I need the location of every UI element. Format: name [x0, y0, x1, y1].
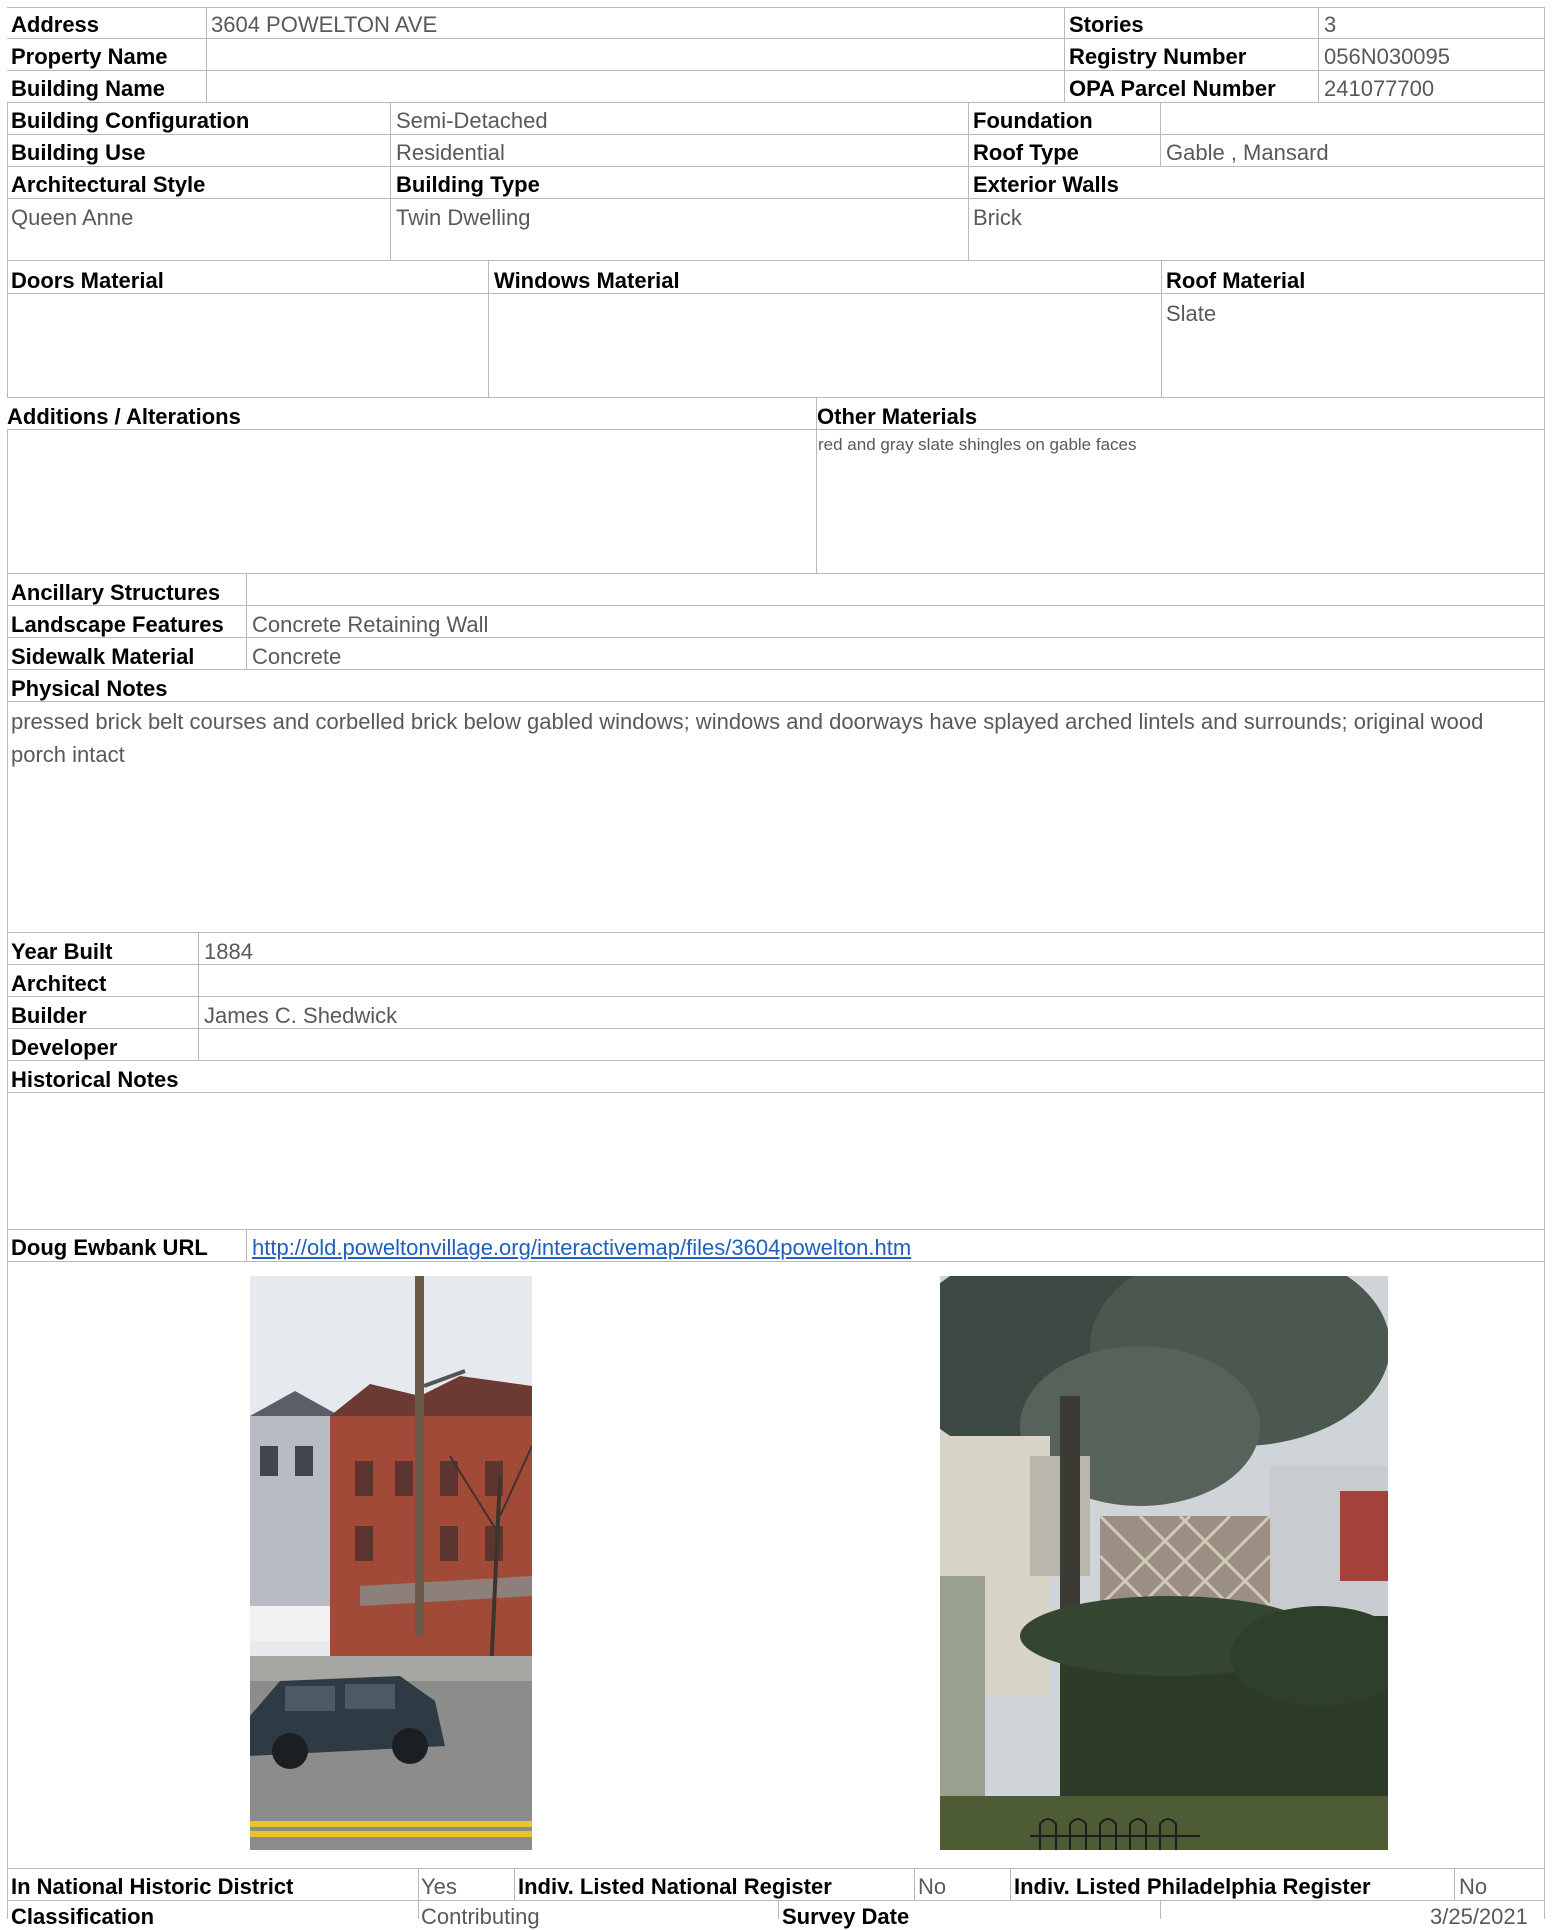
doug-ewbank-url-link[interactable]: http://old.poweltonvillage.org/interacti… — [252, 1235, 911, 1261]
national-register-value: No — [918, 1874, 947, 1899]
builder-value: James C. Shedwick — [204, 1003, 398, 1028]
property-survey-form: Address 3604 POWELTON AVE Stories 3 Prop… — [0, 0, 1553, 1929]
doors-material-label: Doors Material — [11, 268, 164, 293]
opa-parcel-value: 241077700 — [1324, 76, 1435, 101]
stories-label: Stories — [1069, 12, 1144, 37]
building-configuration-value: Semi-Detached — [396, 108, 548, 133]
property-name-label: Property Name — [11, 44, 168, 69]
roof-material-value: Slate — [1166, 301, 1217, 326]
windows-material-label: Windows Material — [494, 268, 680, 293]
architectural-style-label: Architectural Style — [11, 172, 206, 197]
builder-label: Builder — [11, 1003, 87, 1028]
national-register-label: Indiv. Listed National Register — [518, 1874, 832, 1899]
year-built-value: 1884 — [204, 939, 253, 964]
national-historic-district-value: Yes — [421, 1874, 457, 1899]
sidewalk-material-value: Concrete — [252, 644, 342, 669]
other-materials-value: red and gray slate shingles on gable fac… — [818, 435, 1137, 454]
developer-label: Developer — [11, 1035, 118, 1060]
ancillary-structures-label: Ancillary Structures — [11, 580, 221, 605]
classification-value: Contributing — [421, 1904, 540, 1929]
historical-notes-label: Historical Notes — [11, 1067, 179, 1092]
roof-material-label: Roof Material — [1166, 268, 1306, 293]
building-use-label: Building Use — [11, 140, 146, 165]
roof-type-value: Gable , Mansard — [1166, 140, 1329, 165]
physical-notes-text: pressed brick belt courses and corbelled… — [11, 709, 1484, 767]
opa-parcel-label: OPA Parcel Number — [1069, 76, 1276, 101]
survey-date-value: 3/25/2021 — [1430, 1904, 1528, 1929]
classification-label: Classification — [11, 1904, 155, 1929]
building-type-value: Twin Dwelling — [396, 205, 531, 230]
roof-type-label: Roof Type — [973, 140, 1079, 165]
building-type-label: Building Type — [396, 172, 540, 197]
architectural-style-value: Queen Anne — [11, 205, 134, 230]
doug-ewbank-url-label: Doug Ewbank URL — [11, 1235, 208, 1260]
address-label: Address — [11, 12, 100, 37]
year-built-label: Year Built — [11, 939, 113, 964]
sidewalk-material-label: Sidewalk Material — [11, 644, 195, 669]
registry-number-label: Registry Number — [1069, 44, 1247, 69]
other-materials-label: Other Materials — [817, 404, 978, 429]
physical-notes-label: Physical Notes — [11, 676, 168, 701]
building-name-label: Building Name — [11, 76, 166, 101]
additions-alterations-label: Additions / Alterations — [7, 404, 241, 429]
stories-value: 3 — [1324, 12, 1337, 37]
building-configuration-label: Building Configuration — [11, 108, 250, 133]
address-value: 3604 POWELTON AVE — [211, 12, 438, 37]
landscape-features-value: Concrete Retaining Wall — [252, 612, 489, 637]
philadelphia-register-value: No — [1459, 1874, 1488, 1899]
national-historic-district-label: In National Historic District — [11, 1874, 294, 1899]
philadelphia-register-label: Indiv. Listed Philadelphia Register — [1014, 1874, 1371, 1899]
rear-view-photo — [940, 1276, 1388, 1850]
architect-label: Architect — [11, 971, 107, 996]
foundation-label: Foundation — [973, 108, 1093, 133]
exterior-walls-label: Exterior Walls — [973, 172, 1119, 197]
building-use-value: Residential — [396, 140, 505, 165]
exterior-walls-value: Brick — [973, 205, 1022, 230]
street-view-photo — [250, 1276, 532, 1850]
survey-date-label: Survey Date — [782, 1904, 910, 1929]
landscape-features-label: Landscape Features — [11, 612, 224, 637]
registry-number-value: 056N030095 — [1324, 44, 1451, 69]
